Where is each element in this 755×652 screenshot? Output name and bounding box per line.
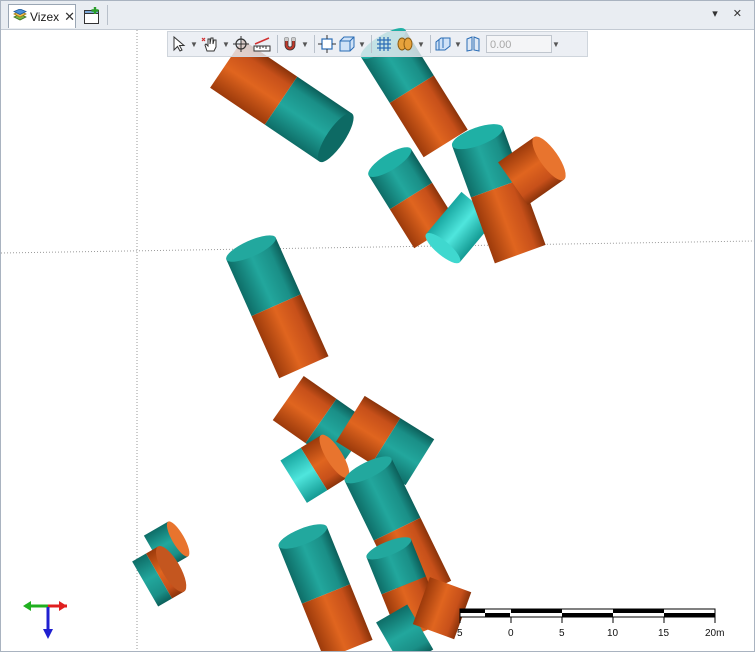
scale-bar: 5 0 5 10 15 20m [457,608,724,639]
vizex-window: Vizex ✕ ▾ ✕ 5 0 5 10 15 20m ▼ ▼ ▼ ▼ ▼ ▼ … [0,0,755,652]
drillhole-cylinder [210,39,354,163]
axis-triad-icon [23,601,67,639]
grid-line-horizontal [1,240,754,254]
drillhole-cylinder [278,524,373,651]
toolbar-separator [314,35,315,53]
drillhole-cylinder [226,235,329,379]
scene-canvas[interactable]: 5 0 5 10 15 20m [1,1,754,651]
toolbar-separator [371,35,372,53]
viewport-toolbar: ▼ ▼ ▼ ▼ ▼ ▼ 0.00 ▼ [167,31,588,57]
scale-label: 10 [607,628,619,639]
snap-magnet-icon[interactable] [281,33,299,55]
view-box-icon[interactable] [338,33,356,55]
scale-label: 5 [457,628,463,639]
clip-icon[interactable] [464,33,482,55]
chevron-down-icon[interactable]: ▼ [417,33,425,55]
chevron-down-icon[interactable]: ▼ [301,33,309,55]
drillhole-cylinders [132,28,566,651]
select-arrow-icon[interactable] [170,33,188,55]
section-icon[interactable] [434,33,452,55]
chevron-down-icon[interactable]: ▼ [222,33,230,55]
scale-label: 5 [559,628,565,639]
crosshair-icon[interactable] [232,33,250,55]
chevron-down-icon[interactable]: ▼ [454,33,462,55]
pan-hand-icon[interactable] [200,33,220,55]
toolbar-separator [277,35,278,53]
scale-label: 15 [658,628,670,639]
grid-icon[interactable] [375,33,393,55]
extents-icon[interactable] [318,33,336,55]
scale-label: 0 [508,628,514,639]
chevron-down-icon[interactable]: ▼ [358,33,366,55]
chevron-down-icon[interactable]: ▼ [190,33,198,55]
fly-icon[interactable] [395,33,415,55]
chevron-down-icon[interactable]: ▼ [552,33,560,55]
scale-label: 20m [705,628,724,639]
toolbar-separator [430,35,431,53]
value-input[interactable]: 0.00 [486,35,552,53]
measure-icon[interactable] [252,33,272,55]
